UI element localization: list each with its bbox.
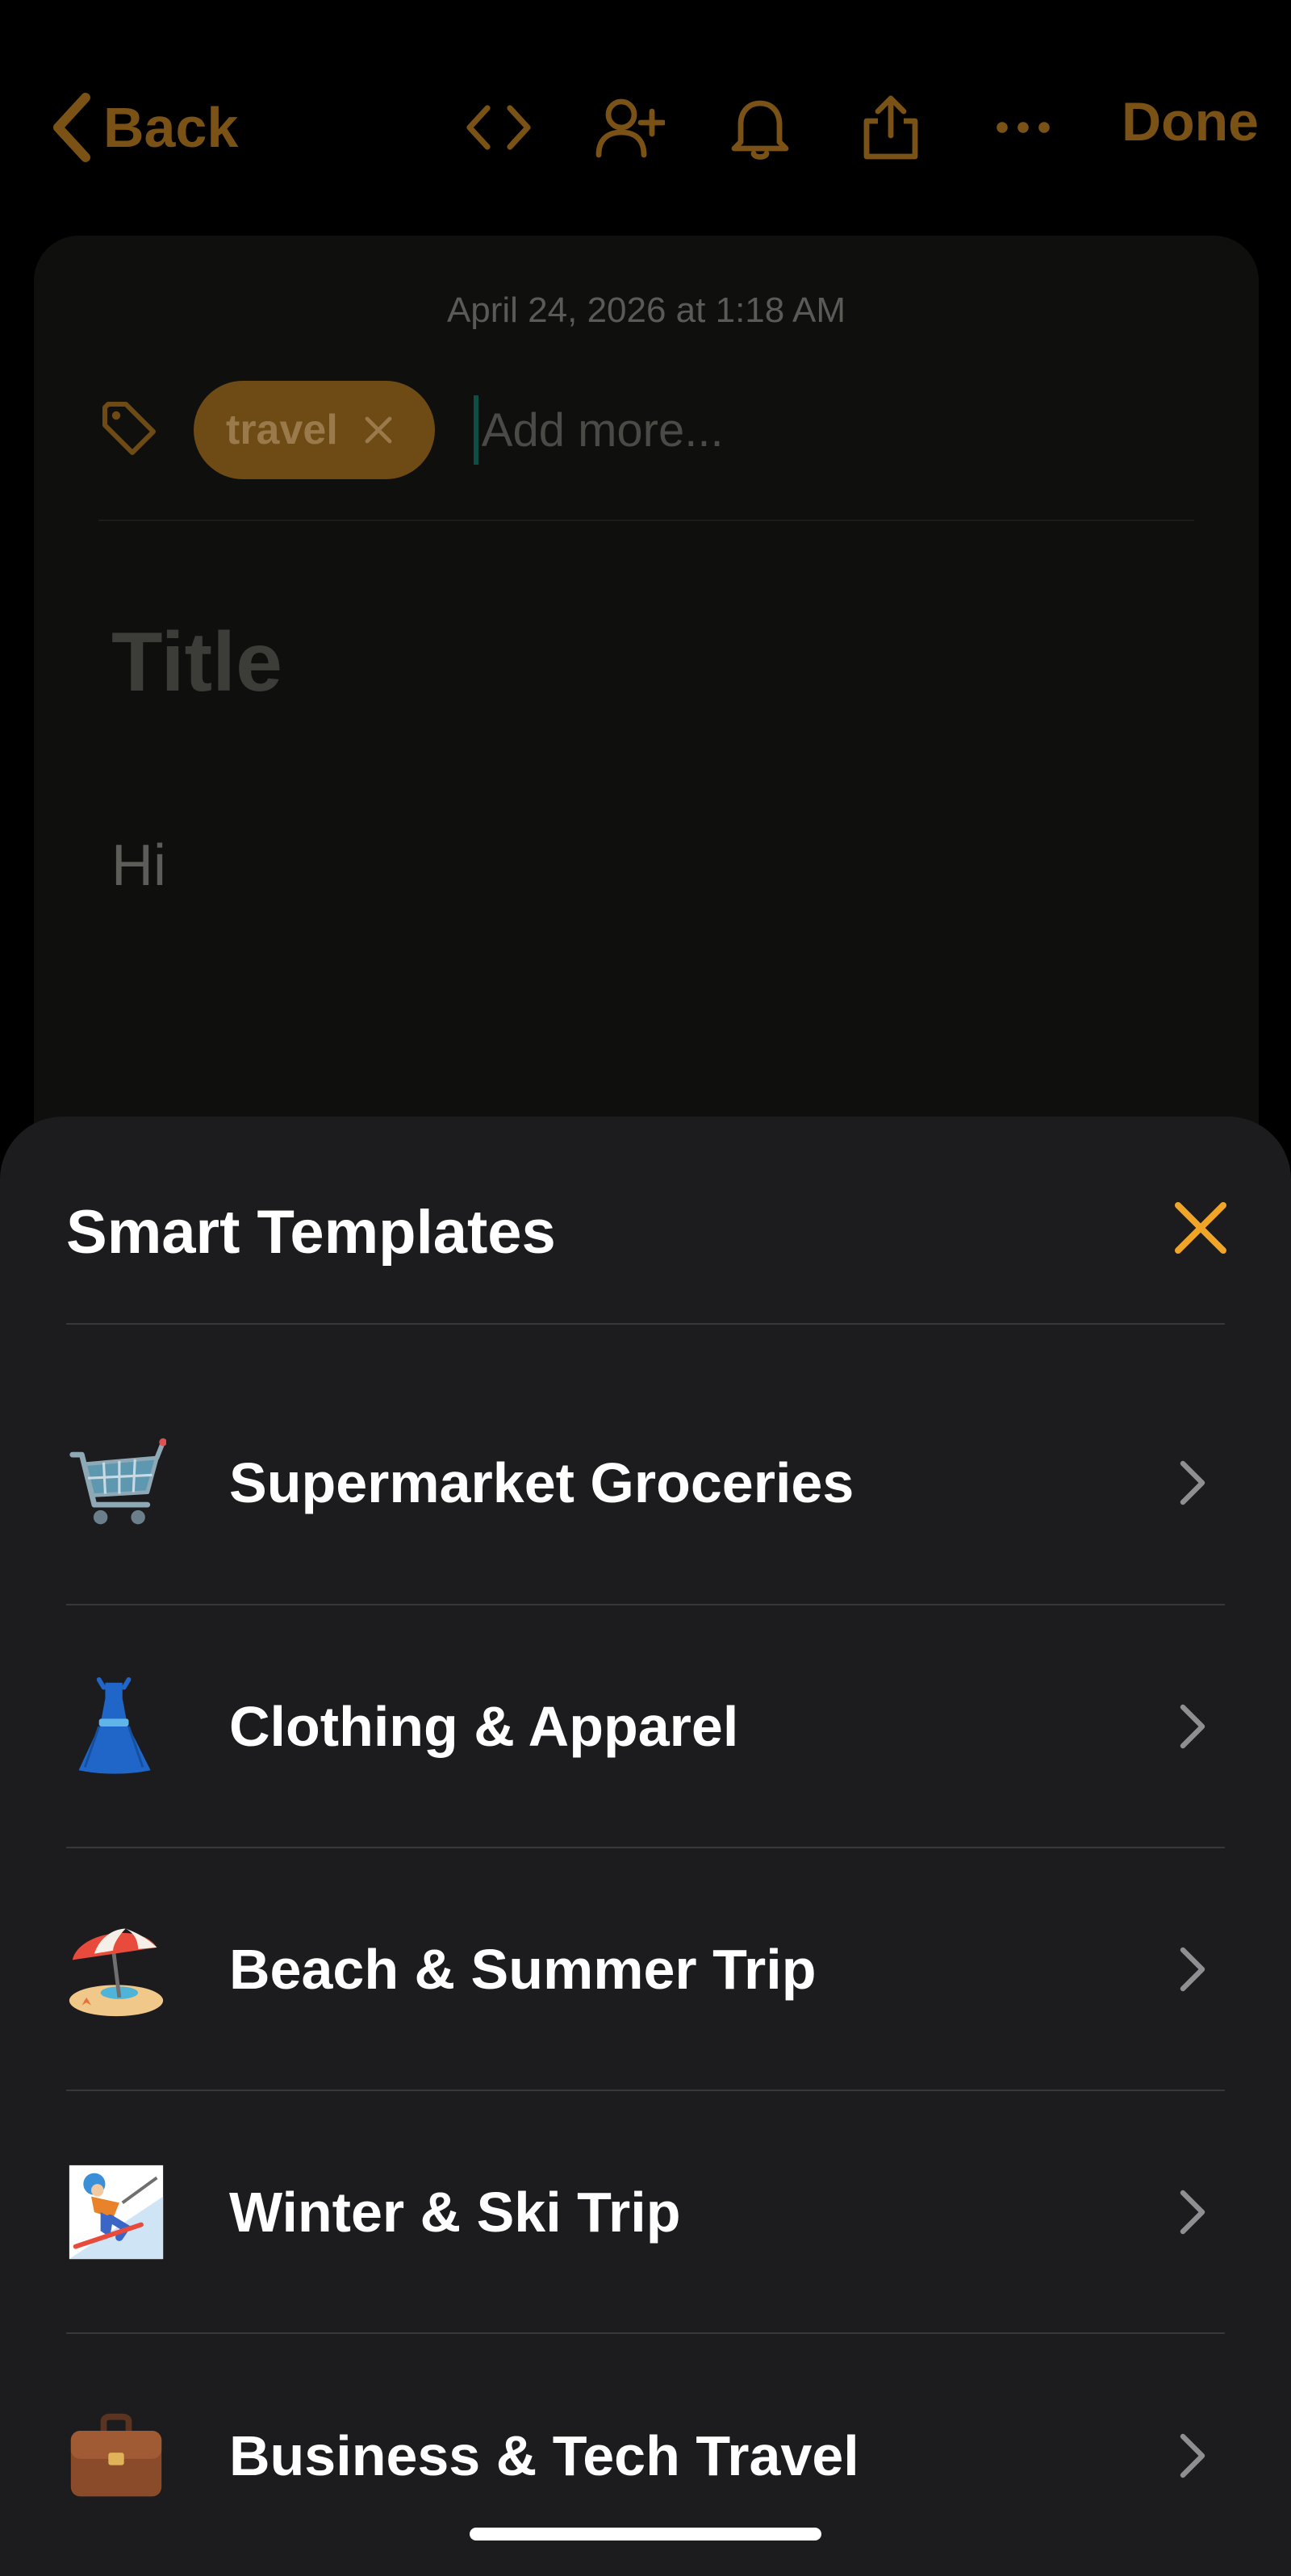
remove-tag-icon[interactable]: [362, 414, 395, 446]
more-options-button[interactable]: [984, 89, 1062, 166]
tag-chip-label: travel: [226, 407, 338, 453]
note-date: April 24, 2026 at 1:18 AM: [446, 290, 846, 330]
code-icon: [466, 105, 531, 150]
note-editor: April 24, 2026 at 1:18 AM travel Title H…: [34, 236, 1259, 1204]
chevron-right-icon: [1180, 1947, 1205, 1991]
smart-templates-sheet: Smart Templates Supermarket Groceries Cl…: [0, 1117, 1291, 2576]
chevron-right-icon: [1180, 1704, 1205, 1748]
note-title-placeholder[interactable]: Title: [111, 615, 282, 711]
back-button[interactable]: Back: [50, 87, 238, 168]
navigation-bar: Back Done: [0, 0, 1291, 234]
home-indicator[interactable]: [470, 2528, 821, 2541]
template-item-supermarket-groceries[interactable]: Supermarket Groceries: [66, 1325, 1225, 1605]
dress-icon: [66, 1676, 166, 1776]
template-label: Beach & Summer Trip: [229, 1937, 817, 2001]
shopping-cart-icon: [66, 1433, 166, 1533]
sheet-title: Smart Templates: [66, 1198, 556, 1267]
tag-icon: [98, 398, 160, 463]
share-icon: [863, 95, 918, 160]
add-collaborator-icon: [595, 98, 665, 158]
template-item-winter-ski-trip[interactable]: Winter & Ski Trip: [66, 2091, 1225, 2334]
chevron-right-icon: [1180, 2433, 1205, 2478]
done-button[interactable]: Done: [1122, 90, 1259, 153]
tag-chip-travel[interactable]: travel: [194, 381, 435, 479]
code-view-button[interactable]: [460, 89, 537, 166]
more-icon: [996, 122, 1050, 133]
share-button[interactable]: [852, 89, 930, 166]
add-tag-input[interactable]: [481, 403, 901, 457]
template-label: Winter & Ski Trip: [229, 2180, 681, 2244]
close-icon: [1175, 1202, 1226, 1254]
template-label: Supermarket Groceries: [229, 1451, 854, 1514]
back-label: Back: [103, 96, 239, 159]
beach-umbrella-icon: [66, 1919, 166, 2019]
close-sheet-button[interactable]: [1152, 1179, 1249, 1276]
chevron-right-icon: [1180, 1460, 1205, 1505]
text-caret: [473, 395, 478, 465]
skier-icon: [66, 2162, 166, 2262]
chevron-left-icon: [53, 93, 90, 162]
tag-row: travel: [98, 381, 901, 479]
template-label: Clothing & Apparel: [229, 1694, 739, 1758]
chevron-right-icon: [1180, 2190, 1205, 2234]
template-list: Supermarket Groceries Clothing & Apparel: [66, 1325, 1225, 2576]
note-body-text[interactable]: Hi: [111, 833, 166, 899]
add-collaborator-button[interactable]: [591, 89, 668, 166]
template-item-clothing-apparel[interactable]: Clothing & Apparel: [66, 1605, 1225, 1848]
template-item-beach-summer-trip[interactable]: Beach & Summer Trip: [66, 1848, 1225, 2091]
bell-icon: [731, 100, 789, 160]
divider: [98, 520, 1194, 521]
template-label: Business & Tech Travel: [229, 2424, 859, 2487]
briefcase-icon: [66, 2406, 166, 2506]
tag-input-wrapper: [473, 394, 901, 466]
reminder-button[interactable]: [721, 89, 799, 166]
